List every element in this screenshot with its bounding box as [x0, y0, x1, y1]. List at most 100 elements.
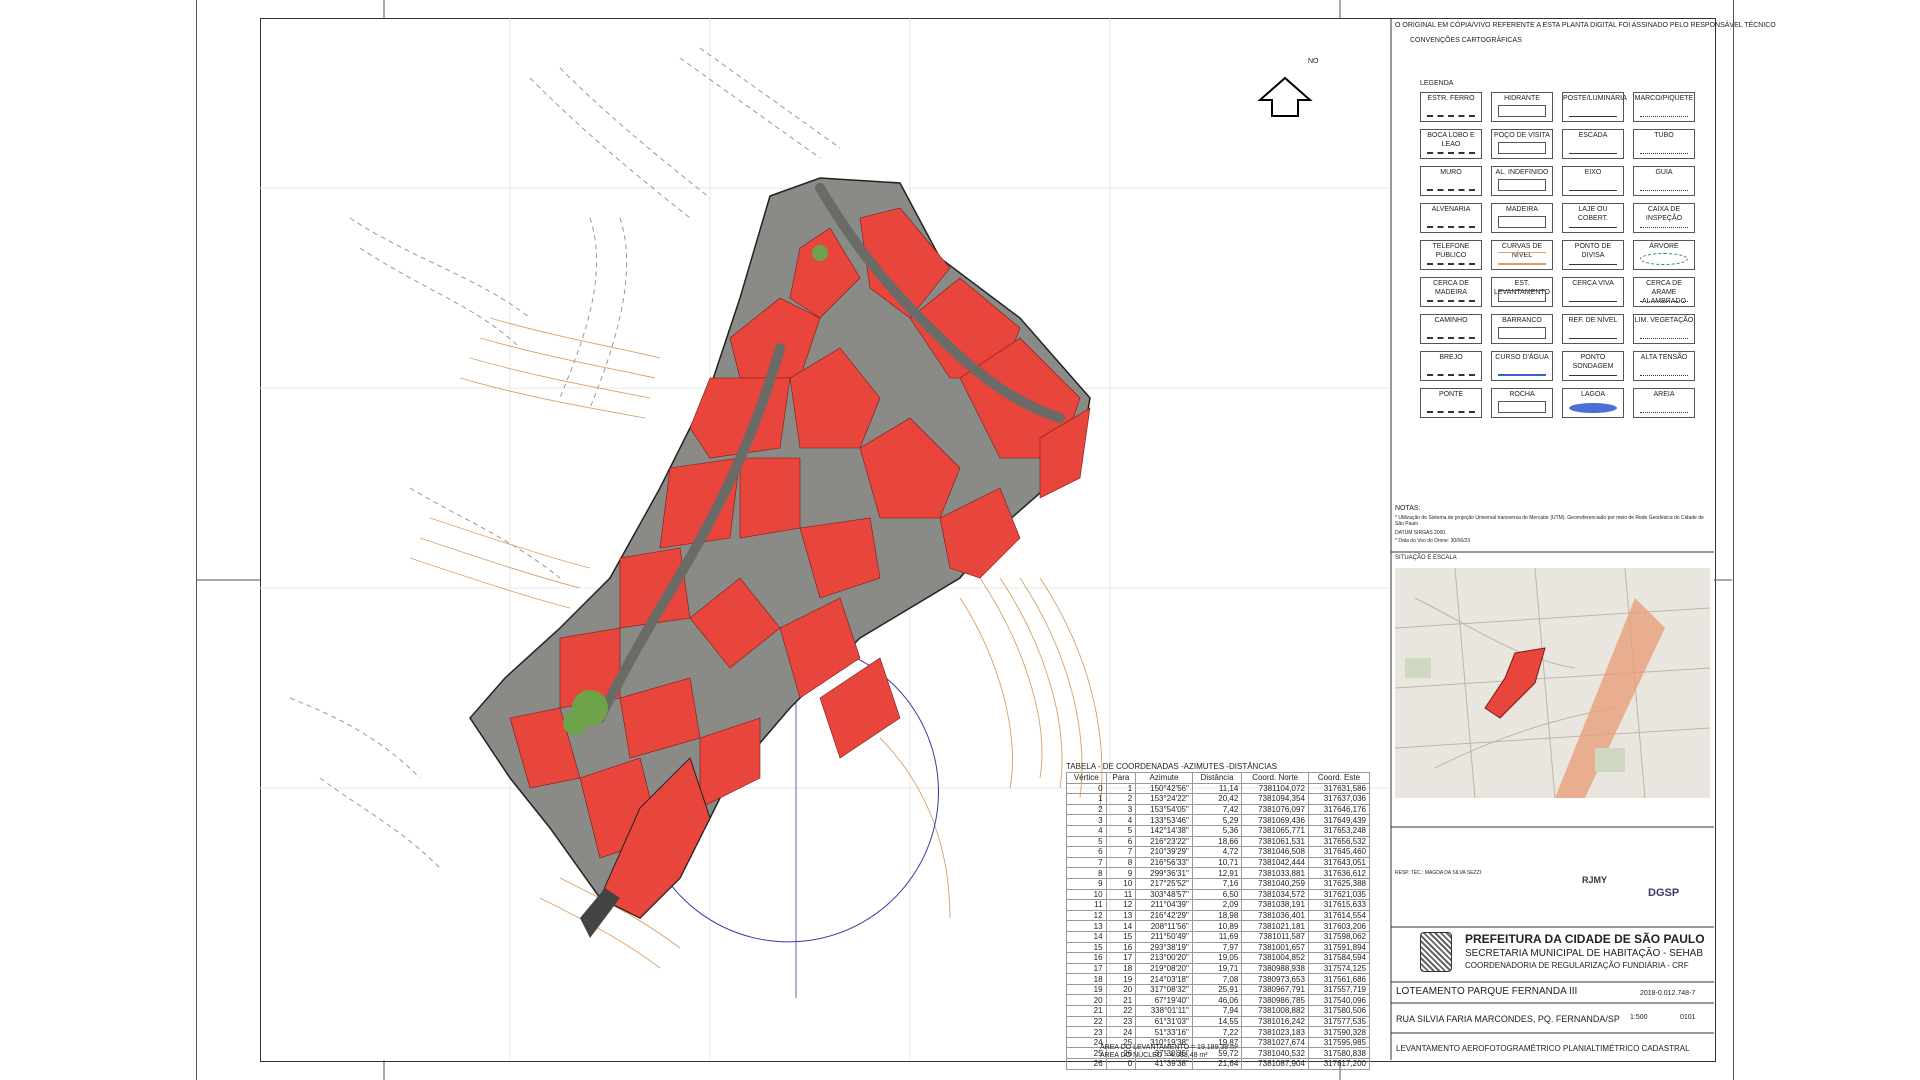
logo-dgsp: DGSP: [1648, 887, 1680, 899]
table-cell: 11: [1105, 888, 1137, 901]
table-cell: 303°48'57": [1135, 888, 1193, 901]
table-cell: 142°14'38": [1135, 824, 1193, 837]
table-cell: 5: [1066, 835, 1107, 848]
table-cell: 10: [1066, 888, 1107, 901]
table-cell: 216°23'22": [1135, 835, 1193, 848]
table-cell: 14: [1105, 920, 1137, 932]
table-cell: 21,64: [1191, 1058, 1243, 1070]
table-row: 17 18 219°08'20" 19,71 7380988,938 317574,125: [1066, 962, 1371, 975]
project-name: LOTEAMENTO PARQUE FERNANDA III: [1396, 986, 1578, 997]
table-cell: 15: [1105, 930, 1137, 943]
table-row: 0 1 150°42'56" 11,14 7381104,072 317631,586: [1066, 782, 1371, 795]
table-cell: 17: [1105, 952, 1137, 964]
table-cell: 1: [1105, 782, 1137, 795]
table-cell: 6: [1105, 835, 1137, 848]
table-cell: 21: [1105, 994, 1137, 1007]
table-cell: 67°19'40": [1135, 994, 1193, 1007]
table-row: 13 14 208°11'56" 10,89 7381021,181 317603,206: [1066, 920, 1371, 932]
table-cell: 211°04'39": [1135, 899, 1193, 911]
table-cell: 293°38'19": [1135, 941, 1193, 954]
table-cell: 317577,535: [1307, 1015, 1371, 1028]
table-cell: 2: [1105, 793, 1137, 805]
table-cell: 5: [1105, 824, 1137, 837]
table-cell: 7380986,785: [1241, 994, 1309, 1007]
table-cell: 5,36: [1191, 824, 1243, 837]
logo-rjmy: RJMY: [1582, 875, 1608, 885]
table-cell: 338°01'11": [1135, 1005, 1193, 1017]
table-cell: 7381021,181: [1241, 920, 1309, 932]
table-cell: 7381076,097: [1241, 803, 1309, 816]
table-cell: 19: [1066, 983, 1107, 996]
table-cell: 11,14: [1191, 782, 1243, 795]
table-cell: 317645,460: [1307, 846, 1371, 858]
table-cell: 17: [1066, 962, 1107, 975]
location-title: SITUAÇÃO E ESCALA: [1395, 555, 1457, 561]
table-row: 9 10 217°25'52" 7,16 7381040,259 317625,388: [1066, 877, 1371, 890]
table-cell: 2: [1066, 803, 1107, 816]
table-cell: 7380988,938: [1241, 962, 1309, 975]
table-cell: 20: [1066, 994, 1107, 1007]
table-cell: 317584,594: [1307, 952, 1371, 964]
table-cell: 23: [1066, 1026, 1107, 1038]
table-row: 8 9 299°36'31" 12,91 7381033,881 317636,612: [1066, 867, 1371, 879]
table-row: 16 17 213°00'20" 19,05 7381004,852 317584,594: [1066, 952, 1371, 964]
table-cell: 317643,051: [1307, 856, 1371, 869]
table-row: 18 19 214°03'18" 7,08 7380973,653 317561,686: [1066, 973, 1371, 985]
table-cell: 317580,838: [1307, 1047, 1371, 1060]
table-cell: 7381001,657: [1241, 941, 1309, 954]
table-cell: 19: [1105, 973, 1137, 985]
table-header-cell: Azimute: [1135, 772, 1193, 784]
table-row: 4 5 142°14'38" 5,36 7381065,771 317653,248: [1066, 824, 1371, 837]
table-cell: 4: [1066, 824, 1107, 837]
table-cell: 15: [1066, 941, 1107, 954]
table-cell: 18: [1105, 962, 1137, 975]
table-cell: 317°08'32": [1135, 983, 1193, 996]
area-core: ÁREA DO NÚCLEO = 4.033,48 m²: [1100, 1052, 1208, 1059]
table-row: 12 13 216°42'29" 18,98 7381036,401 317614,554: [1066, 909, 1371, 922]
table-cell: 7381004,852: [1241, 952, 1309, 964]
table-cell: 153°54'05": [1135, 803, 1193, 816]
table-cell: 7,16: [1191, 877, 1243, 890]
table-cell: 211°50'49": [1135, 930, 1193, 943]
table-row: 6 7 210°39'29" 4,72 7381046,508 317645,460: [1066, 846, 1371, 858]
table-cell: 24: [1105, 1026, 1137, 1038]
table-cell: 20,42: [1191, 793, 1243, 805]
table-cell: 317595,985: [1307, 1036, 1371, 1049]
table-row: 26 0 41°39'38" 21,64 7381087,904 317617,200: [1066, 1058, 1371, 1070]
table-cell: 6,50: [1191, 888, 1243, 901]
table-cell: 26: [1066, 1058, 1107, 1070]
table-cell: 7381016,242: [1241, 1015, 1309, 1028]
table-cell: 317590,328: [1307, 1026, 1371, 1038]
table-cell: 7381040,259: [1241, 877, 1309, 890]
table-row: 21 22 338°01'11" 7,94 7381008,882 317580,506: [1066, 1005, 1371, 1017]
table-header-cell: Coord. Norte: [1241, 772, 1309, 784]
table-cell: 61°31'03": [1135, 1015, 1193, 1028]
table-cell: 210°39'29": [1135, 846, 1193, 858]
table-cell: 8: [1105, 856, 1137, 869]
table-cell: 7381061,531: [1241, 835, 1309, 848]
table-row: 7 8 216°56'33" 10,71 7381042,444 317643,051: [1066, 856, 1371, 869]
table-cell: 41°39'38": [1135, 1058, 1193, 1070]
table-cell: 11: [1066, 899, 1107, 911]
table-row: 3 4 133°53'46" 5,29 7381069,436 317649,439: [1066, 814, 1371, 826]
table-cell: 7381069,436: [1241, 814, 1309, 826]
table-cell: 317621,035: [1307, 888, 1371, 901]
table-cell: 21: [1066, 1005, 1107, 1017]
table-cell: 7381065,771: [1241, 824, 1309, 837]
table-row: 15 16 293°38'19" 7,97 7381001,657 317591,894: [1066, 941, 1371, 954]
table-cell: 7381027,674: [1241, 1036, 1309, 1049]
sheet-number: 0101: [1680, 1014, 1696, 1021]
table-cell: 317561,686: [1307, 973, 1371, 985]
table-cell: 5,29: [1191, 814, 1243, 826]
table-cell: 317646,176: [1307, 803, 1371, 816]
table-row: 11 12 211°04'39" 2,09 7381038,191 317615,633: [1066, 899, 1371, 911]
table-cell: 7381011,587: [1241, 930, 1309, 943]
table-cell: 25,91: [1191, 983, 1243, 996]
table-cell: 6: [1066, 846, 1107, 858]
table-cell: 317637,036: [1307, 793, 1371, 805]
location-map[interactable]: [1395, 568, 1710, 798]
table-cell: 317653,248: [1307, 824, 1371, 837]
table-cell: 7380967,791: [1241, 983, 1309, 996]
table-cell: 7381087,904: [1241, 1058, 1309, 1070]
table-cell: 317615,633: [1307, 899, 1371, 911]
